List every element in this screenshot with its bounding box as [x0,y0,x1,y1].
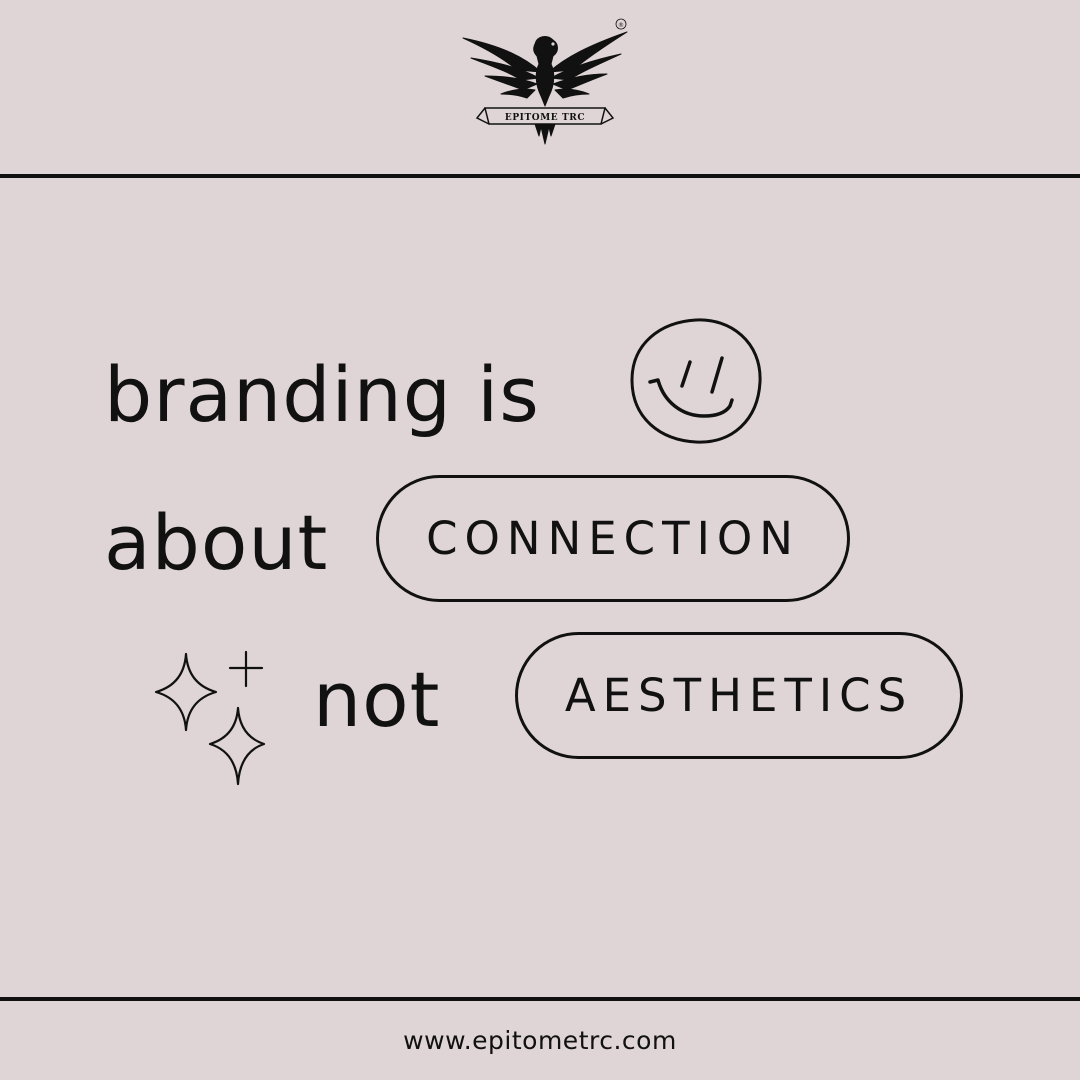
website-link[interactable]: www.epitometrc.com [0,1026,1080,1055]
bottom-divider [0,997,1080,1001]
sparkles-icon [154,650,266,786]
eagle-emblem-icon: EPITOME TRC ® [462,18,628,145]
connection-pill: CONNECTION [376,475,850,602]
sparkles-decoration [150,648,270,788]
registered-mark: ® [618,22,624,29]
aesthetics-pill: AESTHETICS [515,632,963,759]
smiley-face-icon [630,318,762,444]
headline-line-3: not [313,655,441,744]
aesthetics-pill-label: AESTHETICS [564,669,914,722]
headline-line-2: about [104,498,329,587]
logo-brand-text: EPITOME TRC [505,113,585,123]
connection-pill-label: CONNECTION [426,512,800,565]
headline-line-1: branding is [104,350,540,439]
smiley-decoration [626,316,766,450]
top-divider [0,174,1080,178]
brand-logo: EPITOME TRC ® [455,14,635,150]
